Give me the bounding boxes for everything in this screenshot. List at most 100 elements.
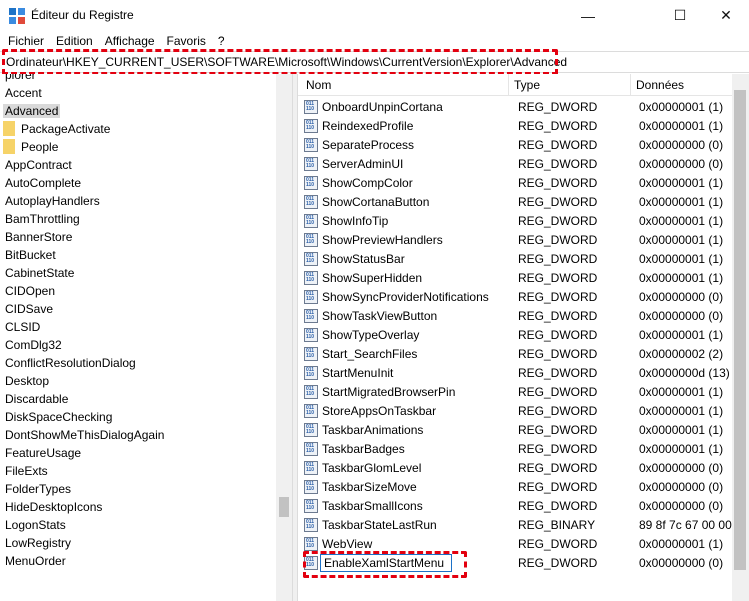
- rename-input[interactable]: EnableXamlStartMenu: [320, 554, 452, 572]
- value-type: REG_DWORD: [518, 347, 598, 361]
- tree-item[interactable]: CabinetState: [3, 264, 76, 282]
- close-button[interactable]: ✕: [703, 0, 749, 31]
- minimize-button[interactable]: —: [565, 0, 611, 31]
- tree-item[interactable]: FolderTypes: [3, 480, 73, 498]
- value-type: REG_DWORD: [518, 100, 598, 114]
- value-row[interactable]: 011 110 StoreAppsOnTaskbar REG_DWORD 0x00000…: [298, 402, 749, 421]
- tree-item[interactable]: AppContract: [3, 156, 74, 174]
- value-row[interactable]: 011 110 ShowInfoTip REG_DWORD 0x00000001 (1): [298, 212, 749, 231]
- tree-item[interactable]: DontShowMeThisDialogAgain: [3, 426, 166, 444]
- tree-item[interactable]: HideDesktopIcons: [3, 498, 104, 516]
- value-name: OnboardUnpinCortana: [322, 100, 443, 114]
- value-row[interactable]: 011 110 ReindexedProfile REG_DWORD 0x0000000…: [298, 117, 749, 136]
- tree-item[interactable]: plorer: [3, 74, 38, 84]
- tree-scrollbar-thumb[interactable]: [279, 497, 289, 517]
- tree-item[interactable]: CIDSave: [3, 300, 55, 318]
- tree-item[interactable]: BamThrottling: [3, 210, 82, 228]
- reg-dword-icon: 011 110: [304, 176, 318, 190]
- value-row[interactable]: 011 110 TaskbarAnimations REG_DWORD 0x000000…: [298, 421, 749, 440]
- tree-item[interactable]: PackageActivate: [3, 120, 112, 138]
- value-row[interactable]: 011 110 ShowSuperHidden REG_DWORD 0x00000001…: [298, 269, 749, 288]
- value-name: StoreAppsOnTaskbar: [322, 404, 437, 418]
- tree-item[interactable]: LogonStats: [3, 516, 68, 534]
- tree-item[interactable]: FileExts: [3, 462, 50, 480]
- value-row[interactable]: 011 110 ShowSyncProviderNotifications REG_D…: [298, 288, 749, 307]
- menu-favoris[interactable]: Favoris: [161, 31, 212, 51]
- address-bar[interactable]: Ordinateur\HKEY_CURRENT_USER\SOFTWARE\Mi…: [0, 51, 749, 73]
- value-row[interactable]: 011 110 WebView REG_DWORD 0x00000001 (1): [298, 535, 749, 554]
- tree-item[interactable]: DiskSpaceChecking: [3, 408, 114, 426]
- tree-item[interactable]: ComDlg32: [3, 336, 64, 354]
- tree-item-label: HideDesktopIcons: [5, 500, 103, 514]
- value-type: REG_DWORD: [518, 252, 598, 266]
- value-row[interactable]: 011 110 SeparateProcess REG_DWORD 0x00000000…: [298, 136, 749, 155]
- value-type: REG_DWORD: [518, 195, 598, 209]
- value-type: REG_DWORD: [518, 176, 598, 190]
- tree-item[interactable]: AutoplayHandlers: [3, 192, 102, 210]
- value-row[interactable]: 011 110 TaskbarGlomLevel REG_DWORD 0x0000000…: [298, 459, 749, 478]
- reg-dword-icon: 011 110: [304, 290, 318, 304]
- tree-item[interactable]: Discardable: [3, 390, 70, 408]
- value-row[interactable]: 011 110 ServerAdminUI REG_DWORD 0x00000000 (…: [298, 155, 749, 174]
- values-list[interactable]: Nom Type Données 011 110 OnboardUnpinCorta…: [298, 74, 749, 601]
- maximize-button[interactable]: ☐: [657, 0, 703, 31]
- value-row[interactable]: 011 110 ShowPreviewHandlers REG_DWORD 0x0000…: [298, 231, 749, 250]
- tree-item-label: DiskSpaceChecking: [5, 410, 113, 424]
- key-tree[interactable]: plorer Accent Advanced PackageActivate Peopl…: [0, 74, 292, 601]
- tree-item[interactable]: AutoComplete: [3, 174, 83, 192]
- close-icon: ✕: [720, 7, 732, 23]
- value-row[interactable]: 011 110 TaskbarBadges REG_DWORD 0x00000001 (…: [298, 440, 749, 459]
- value-row[interactable]: 011 110 Start_SearchFiles REG_DWORD 0x000000…: [298, 345, 749, 364]
- value-row[interactable]: 011 110 OnboardUnpinCortana REG_DWORD 0x0000…: [298, 98, 749, 117]
- value-row[interactable]: 011 110 StartMenuInit REG_DWORD 0x0000000d (…: [298, 364, 749, 383]
- reg-dword-icon: 011 110: [304, 138, 318, 152]
- tree-item[interactable]: BannerStore: [3, 228, 74, 246]
- value-row[interactable]: 011 110 StartMigratedBrowserPin REG_DWORD 0x…: [298, 383, 749, 402]
- column-header-name[interactable]: Nom: [298, 74, 509, 96]
- list-scrollbar[interactable]: [732, 74, 749, 601]
- tree-item-label: CIDOpen: [5, 284, 56, 298]
- column-header-type[interactable]: Type: [509, 74, 631, 96]
- tree-item[interactable]: CLSID: [3, 318, 42, 336]
- value-row[interactable]: 011 110 ShowCompColor REG_DWORD 0x00000001 (…: [298, 174, 749, 193]
- tree-item[interactable]: Desktop: [3, 372, 51, 390]
- value-row[interactable]: 011 110 ShowCortanaButton REG_DWORD 0x000000…: [298, 193, 749, 212]
- tree-item[interactable]: ConflictResolutionDialog: [3, 354, 138, 372]
- value-type: REG_DWORD: [518, 119, 598, 133]
- tree-item[interactable]: People: [3, 138, 60, 156]
- tree-item[interactable]: BitBucket: [3, 246, 58, 264]
- menu-edition[interactable]: Edition: [50, 31, 99, 51]
- value-row[interactable]: 011 110 ShowTaskViewButton REG_DWORD 0x00000…: [298, 307, 749, 326]
- tree-item[interactable]: Accent: [3, 84, 44, 102]
- tree-item[interactable]: Advanced: [3, 102, 61, 120]
- value-row[interactable]: 011 110 TaskbarSizeMove REG_DWORD 0x00000000…: [298, 478, 749, 497]
- reg-dword-icon: 011 110: [304, 518, 318, 532]
- tree-item-label: CabinetState: [5, 266, 75, 280]
- menu-fichier[interactable]: Fichier: [2, 31, 50, 51]
- tree-item[interactable]: CIDOpen: [3, 282, 57, 300]
- value-row[interactable]: 011 110 ShowTypeOverlay REG_DWORD 0x00000001…: [298, 326, 749, 345]
- value-row[interactable]: 011 110 TaskbarStateLastRun REG_BINARY 89 8f…: [298, 516, 749, 535]
- value-type: REG_DWORD: [518, 499, 598, 513]
- reg-dword-icon: 011 110: [304, 366, 318, 380]
- value-name: TaskbarSmallIcons: [322, 499, 423, 513]
- value-row[interactable]: 011 110 ShowStatusBar REG_DWORD 0x00000001 (…: [298, 250, 749, 269]
- menu-help[interactable]: ?: [212, 31, 231, 51]
- address-path[interactable]: Ordinateur\HKEY_CURRENT_USER\SOFTWARE\Mi…: [6, 55, 567, 69]
- tree-item[interactable]: LowRegistry: [3, 534, 73, 552]
- value-name: ReindexedProfile: [322, 119, 414, 133]
- tree-item-label: plorer: [5, 74, 36, 82]
- tree-scrollbar[interactable]: [276, 74, 292, 601]
- value-name: ShowCompColor: [322, 176, 413, 190]
- value-name: TaskbarStateLastRun: [322, 518, 437, 532]
- value-type: REG_DWORD: [518, 404, 598, 418]
- value-row[interactable]: 011 110 TaskbarSmallIcons REG_DWORD 0x000000…: [298, 497, 749, 516]
- tree-item-label: Discardable: [5, 392, 69, 406]
- tree-item-label: ComDlg32: [5, 338, 62, 352]
- tree-item[interactable]: MenuOrder: [3, 552, 68, 570]
- tree-item[interactable]: FeatureUsage: [3, 444, 83, 462]
- list-scrollbar-thumb[interactable]: [734, 90, 746, 570]
- reg-dword-icon: 011 110: [304, 252, 318, 266]
- menu-affichage[interactable]: Affichage: [99, 31, 161, 51]
- tree-item-label: BitBucket: [5, 248, 56, 262]
